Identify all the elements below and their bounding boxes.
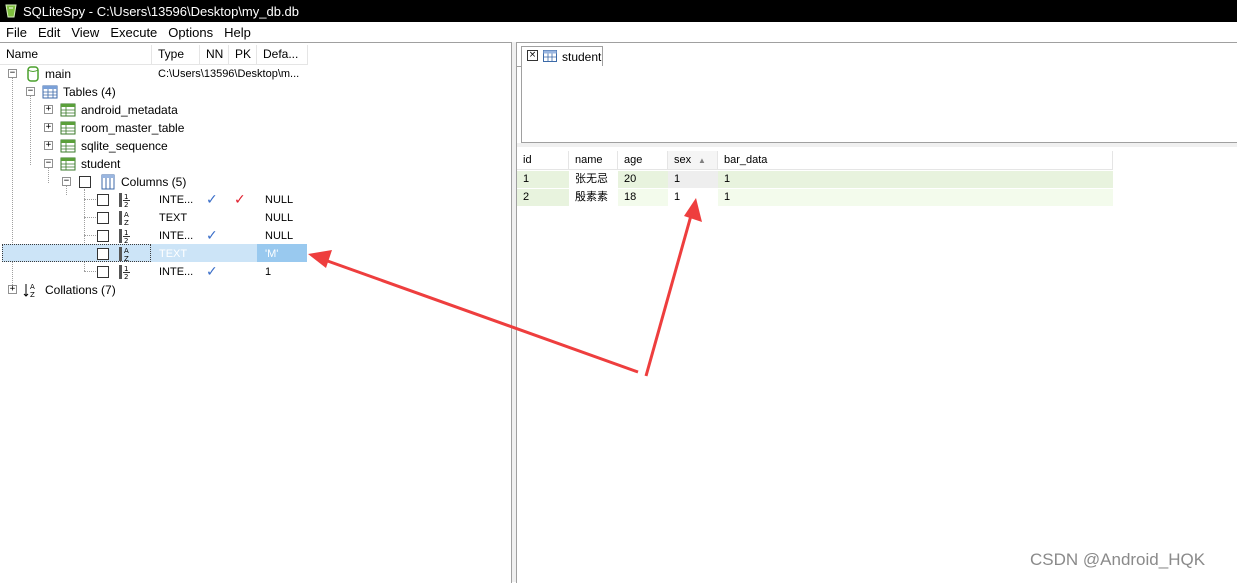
annotation-arrow-line [644,211,694,377]
watermark: CSDN @Android_HQK [1030,550,1206,569]
annotation-arrow-line [321,257,639,374]
annotation-arrow-head [684,198,702,222]
annotation-arrow-head [308,250,332,268]
annotation-arrows [308,198,702,377]
